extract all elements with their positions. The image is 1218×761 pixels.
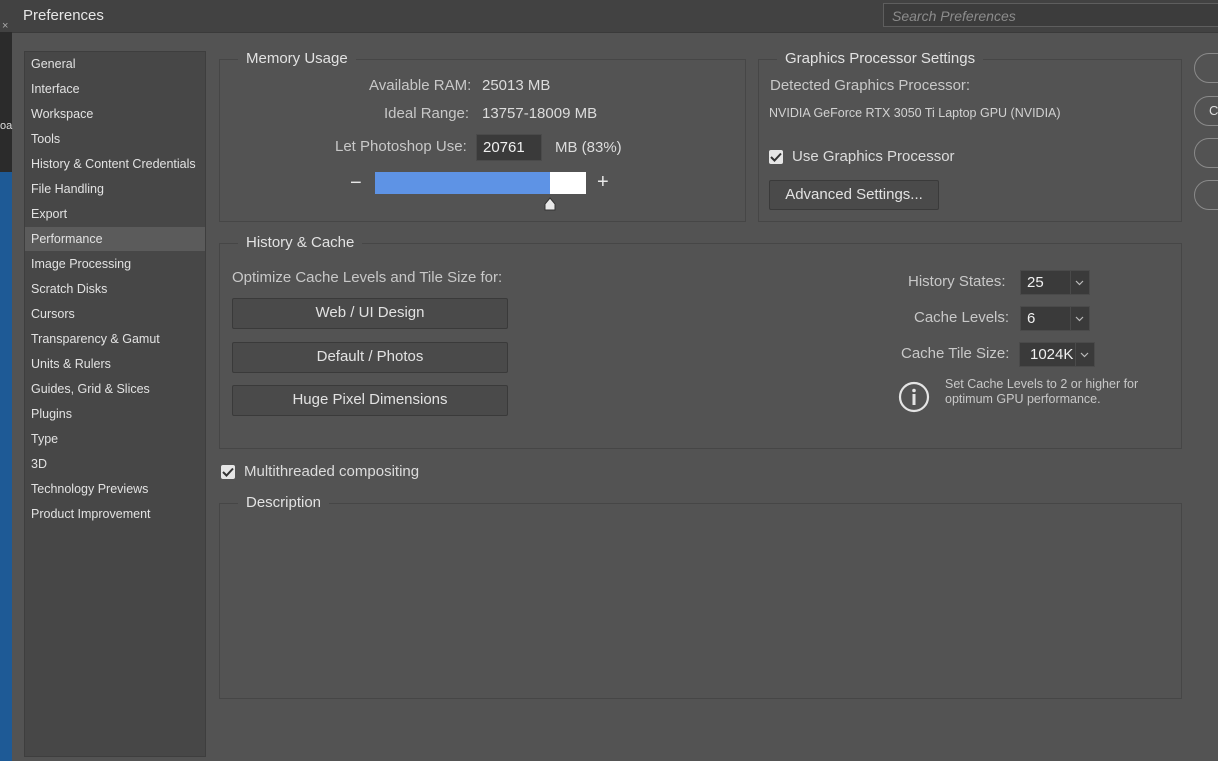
use-gpu-checkbox[interactable]: [769, 150, 783, 164]
photoshop-use-label: Let Photoshop Use:: [335, 138, 467, 155]
sidebar-item-export[interactable]: Export: [25, 202, 205, 226]
cache-tile-size-label: Cache Tile Size:: [901, 345, 1010, 362]
gpu-hint-line1: Set Cache Levels to 2 or higher for: [945, 377, 1139, 391]
cache-levels-select[interactable]: 6: [1020, 306, 1090, 331]
available-ram-value: 25013 MB: [482, 77, 551, 94]
window-title: Preferences: [23, 7, 104, 24]
background-close-icon: ×: [2, 20, 9, 32]
info-icon: [898, 381, 930, 416]
multithreaded-compositing-label: Multithreaded compositing: [244, 463, 420, 480]
sidebar-item-history[interactable]: History & Content Credentials: [25, 152, 205, 176]
history-states-select[interactable]: 25: [1020, 270, 1090, 295]
title-bar: Preferences Search Preferences: [0, 0, 1218, 33]
web-ui-design-button[interactable]: Web / UI Design: [232, 298, 508, 329]
optimize-cache-label: Optimize Cache Levels and Tile Size for:: [232, 269, 503, 286]
memory-usage-title: Memory Usage: [238, 50, 356, 67]
sidebar-item-3d[interactable]: 3D: [25, 452, 205, 476]
ideal-range-label: Ideal Range:: [384, 105, 470, 122]
gpu-settings-title: Graphics Processor Settings: [777, 50, 984, 67]
ok-button[interactable]: [1194, 53, 1218, 83]
sidebar-item-label: History & Content Credentials: [31, 157, 196, 171]
sidebar-item-label: Guides, Grid & Slices: [31, 382, 150, 396]
memory-slider-thumb[interactable]: [543, 197, 557, 214]
sidebar-item-cursors[interactable]: Cursors: [25, 302, 205, 326]
sidebar-item-workspace[interactable]: Workspace: [25, 102, 205, 126]
background-text: oa: [0, 120, 13, 132]
sidebar-item-label: Image Processing: [31, 257, 132, 271]
sidebar-item-label: Type: [31, 432, 59, 446]
sidebar-item-label: Workspace: [31, 107, 94, 121]
sidebar-item-label: Tools: [31, 132, 61, 146]
memory-slider-fill: [375, 172, 550, 194]
sidebar-item-label: Transparency & Gamut: [31, 332, 160, 346]
sidebar-item-general[interactable]: General: [25, 52, 205, 76]
sidebar-item-performance[interactable]: Performance: [25, 227, 205, 251]
sidebar-item-label: Cursors: [31, 307, 75, 321]
sidebar-item-label: Interface: [31, 82, 80, 96]
sidebar-item-guides[interactable]: Guides, Grid & Slices: [25, 377, 205, 401]
sidebar-item-label: Product Improvement: [31, 507, 151, 521]
chevron-down-icon: [1070, 271, 1089, 294]
sidebar-item-type[interactable]: Type: [25, 427, 205, 451]
ideal-range-value: 13757-18009 MB: [482, 105, 598, 122]
sidebar-item-interface[interactable]: Interface: [25, 77, 205, 101]
sidebar-item-label: Performance: [31, 232, 103, 246]
huge-pixel-dimensions-button[interactable]: Huge Pixel Dimensions: [232, 385, 508, 416]
sidebar-item-plugins[interactable]: Plugins: [25, 402, 205, 426]
sidebar-item-label: Technology Previews: [31, 482, 149, 496]
sidebar-item-label: General: [31, 57, 76, 71]
checkmark-icon: [770, 152, 782, 162]
background-blue-area: [0, 172, 12, 761]
memory-decrease-button[interactable]: −: [350, 172, 362, 195]
memory-slider-track[interactable]: [375, 172, 586, 194]
cancel-button-label: C: [1209, 103, 1218, 118]
history-states-label: History States:: [908, 273, 1006, 290]
description-group: Description: [219, 494, 1182, 699]
description-title: Description: [238, 494, 330, 511]
sidebar-item-file-handling[interactable]: File Handling: [25, 177, 205, 201]
background-window: × oa: [0, 20, 13, 761]
sidebar-item-label: Units & Rulers: [31, 357, 111, 371]
use-gpu-label: Use Graphics Processor: [792, 148, 955, 165]
memory-use-unit: MB (83%): [555, 139, 622, 156]
checkmark-icon: [222, 467, 234, 477]
search-input[interactable]: Search Preferences: [883, 3, 1218, 27]
previous-button[interactable]: [1194, 138, 1218, 168]
detected-gpu-label: Detected Graphics Processor:: [770, 77, 971, 94]
chevron-down-icon: [1075, 343, 1094, 366]
available-ram-label: Available RAM:: [369, 77, 472, 94]
sidebar-item-image-processing[interactable]: Image Processing: [25, 252, 205, 276]
sidebar-item-units[interactable]: Units & Rulers: [25, 352, 205, 376]
sidebar-item-technology-previews[interactable]: Technology Previews: [25, 477, 205, 501]
sidebar-item-tools[interactable]: Tools: [25, 127, 205, 151]
multithreaded-compositing-checkbox[interactable]: [221, 465, 235, 479]
next-button[interactable]: [1194, 180, 1218, 210]
default-photos-button[interactable]: Default / Photos: [232, 342, 508, 373]
history-cache-title: History & Cache: [238, 234, 363, 251]
gpu-name: NVIDIA GeForce RTX 3050 Ti Laptop GPU (N…: [769, 106, 1061, 120]
sidebar-item-label: File Handling: [31, 182, 104, 196]
sidebar-item-label: Scratch Disks: [31, 282, 108, 296]
memory-increase-button[interactable]: +: [597, 171, 609, 194]
memory-use-input[interactable]: 20761: [476, 134, 542, 161]
chevron-down-icon: [1070, 307, 1089, 330]
history-states-value: 25: [1027, 274, 1044, 291]
sidebar-item-scratch-disks[interactable]: Scratch Disks: [25, 277, 205, 301]
cache-levels-label: Cache Levels:: [914, 309, 1010, 326]
sidebar-item-label: 3D: [31, 457, 47, 471]
preferences-sidebar: General Interface Workspace Tools Histor…: [24, 51, 206, 757]
sidebar-item-label: Export: [31, 207, 68, 221]
sidebar-item-product-improvement[interactable]: Product Improvement: [25, 502, 205, 526]
cancel-button[interactable]: C: [1194, 96, 1218, 126]
gpu-hint-line2: optimum GPU performance.: [945, 392, 1101, 406]
cache-tile-size-select[interactable]: 1024K: [1019, 342, 1095, 367]
cache-tile-size-value: 1024K: [1030, 346, 1074, 363]
sidebar-item-label: Plugins: [31, 407, 72, 421]
sidebar-item-transparency[interactable]: Transparency & Gamut: [25, 327, 205, 351]
advanced-settings-button[interactable]: Advanced Settings...: [769, 180, 939, 210]
cache-levels-value: 6: [1027, 310, 1036, 327]
